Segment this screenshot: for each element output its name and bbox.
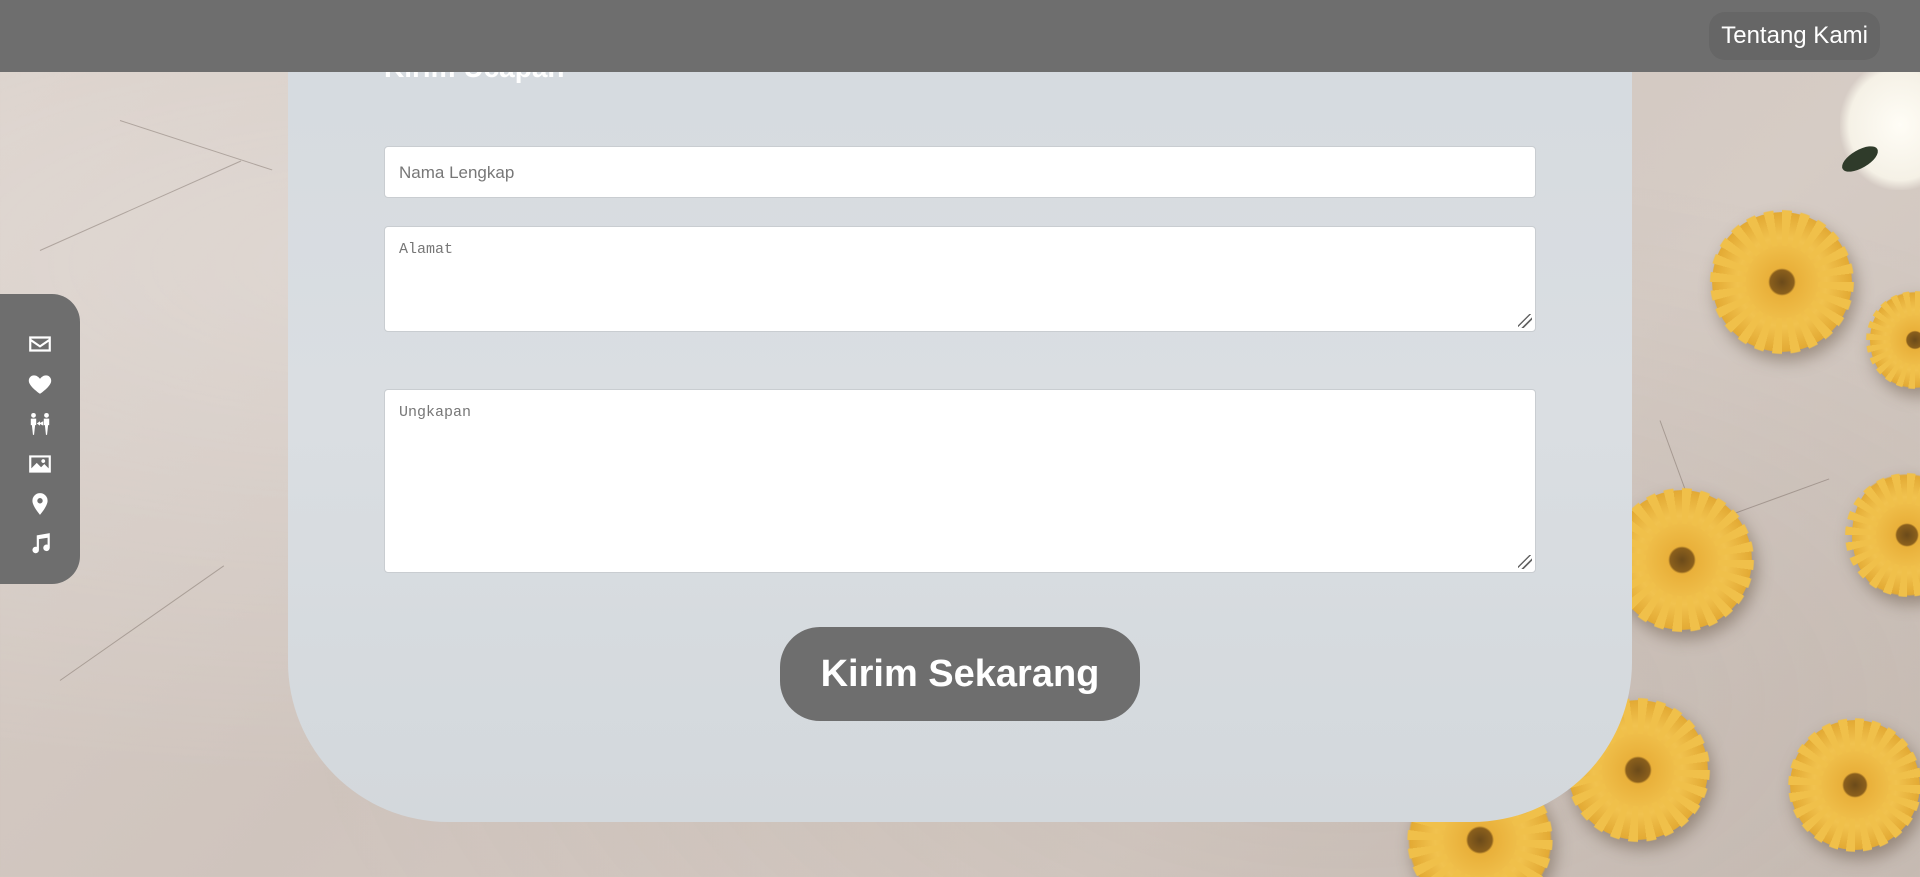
heart-icon[interactable] bbox=[0, 364, 80, 404]
greeting-form-card: Kirim Ucapan Nama Lengkap Alamat Ungkapa… bbox=[288, 0, 1632, 822]
message-placeholder: Ungkapan bbox=[399, 404, 472, 421]
background-texture bbox=[59, 565, 225, 681]
flower-decoration bbox=[1612, 490, 1752, 630]
side-nav bbox=[0, 294, 80, 584]
submit-button[interactable]: Kirim Sekarang bbox=[780, 627, 1140, 721]
about-us-button[interactable]: Tentang Kami bbox=[1709, 12, 1880, 60]
flower-decoration bbox=[1790, 720, 1920, 850]
music-icon[interactable] bbox=[0, 524, 80, 564]
image-icon[interactable] bbox=[0, 444, 80, 484]
flower-decoration bbox=[1852, 470, 1920, 600]
background-texture bbox=[39, 160, 242, 251]
top-navbar: Tentang Kami bbox=[0, 0, 1920, 72]
flower-decoration bbox=[1870, 290, 1920, 390]
background-texture bbox=[119, 120, 273, 171]
flower-decoration bbox=[1712, 212, 1852, 352]
resize-handle-icon[interactable] bbox=[1518, 314, 1532, 328]
map-pin-icon[interactable] bbox=[0, 484, 80, 524]
name-input[interactable]: Nama Lengkap bbox=[384, 146, 1536, 198]
envelope-icon[interactable] bbox=[0, 324, 80, 364]
message-textarea[interactable]: Ungkapan bbox=[384, 389, 1536, 573]
couple-icon[interactable] bbox=[0, 404, 80, 444]
address-textarea[interactable]: Alamat bbox=[384, 226, 1536, 332]
resize-handle-icon[interactable] bbox=[1518, 555, 1532, 569]
address-placeholder: Alamat bbox=[399, 241, 454, 258]
